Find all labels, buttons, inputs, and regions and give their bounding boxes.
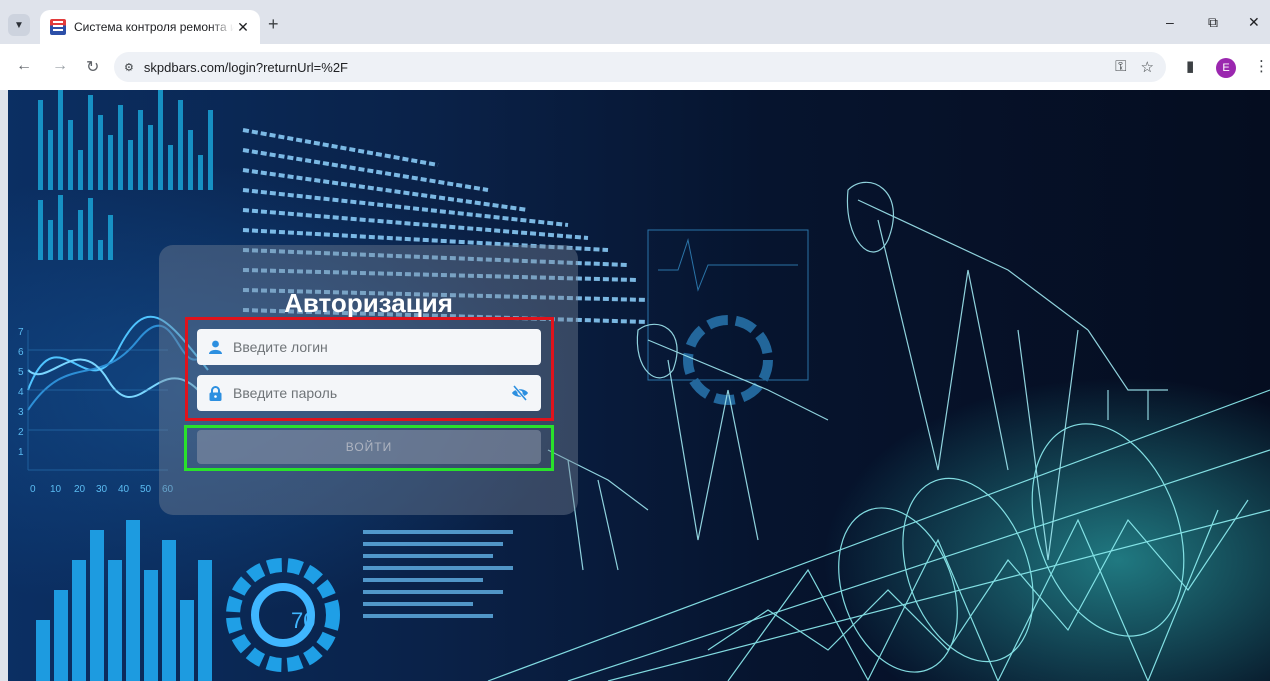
axis-tick: 1	[18, 447, 24, 458]
side-panel-icon[interactable]: ▮	[1186, 57, 1194, 75]
bar-chart-bottom-left	[36, 520, 212, 681]
inputs-highlight-box	[185, 317, 554, 421]
axis-tick: 0	[30, 484, 36, 495]
monitor-panel	[647, 229, 809, 405]
axis-tick: 10	[50, 484, 62, 495]
browser-tab[interactable]: Система контроля ремонта и б ✕	[40, 10, 260, 44]
forward-button[interactable]: →	[52, 57, 68, 75]
bookmark-star-icon[interactable]: ☆	[1141, 58, 1154, 76]
grid-left	[27, 330, 168, 471]
tab-close-icon[interactable]: ✕	[234, 19, 252, 36]
window-close-button[interactable]: ✕	[1248, 14, 1260, 31]
address-bar[interactable]: ⚙ skpdbars.com/login?returnUrl=%2F ⚿ ☆	[114, 52, 1166, 82]
new-tab-button[interactable]: +	[268, 14, 279, 35]
url-text: skpdbars.com/login?returnUrl=%2F	[143, 59, 348, 75]
axis-tick: 5	[18, 367, 24, 378]
pump-jacks	[547, 181, 1168, 571]
window-minimize-button[interactable]: –	[1166, 14, 1174, 30]
chevron-down-icon: ▼	[14, 19, 24, 31]
arrow-left-icon: ←	[16, 57, 32, 74]
bar-chart-top-left	[38, 90, 213, 260]
axis-tick: 3	[18, 407, 24, 418]
password-key-icon[interactable]: ⚿	[1115, 58, 1126, 76]
axis-tick: 50	[140, 484, 152, 495]
gauge-value: 70	[291, 608, 315, 633]
site-info-icon[interactable]: ⚙	[124, 61, 134, 74]
gauge-ring	[226, 558, 340, 672]
axis-tick: 2	[18, 427, 24, 438]
login-title: Авторизация	[284, 288, 453, 318]
axis-tick: 30	[96, 484, 108, 495]
axis-tick: 40	[118, 484, 130, 495]
axis-tick: 7	[18, 327, 24, 338]
window-restore-button[interactable]: ⧉	[1208, 14, 1218, 31]
toolbar: ← → ↻ ⚙ skpdbars.com/login?returnUrl=%2F…	[0, 44, 1270, 90]
axis-tick: 20	[74, 484, 86, 495]
back-button[interactable]: ←	[16, 57, 32, 75]
tab-strip: ▼ Система контроля ремонта и б ✕ + – ⧉ ✕	[0, 0, 1270, 44]
tab-search-button[interactable]: ▼	[8, 14, 30, 36]
axis-tick: 6	[18, 347, 24, 358]
reload-button[interactable]: ↻	[86, 57, 99, 77]
dotted-panel-bottom	[363, 530, 513, 618]
axis-tick: 4	[18, 387, 24, 398]
reload-icon: ↻	[86, 59, 100, 76]
button-highlight-box	[184, 425, 554, 471]
tab-title: Система контроля ремонта и б	[74, 20, 234, 34]
browser-menu-icon[interactable]: ⋮	[1254, 57, 1269, 75]
profile-avatar[interactable]: E	[1216, 58, 1236, 78]
pipeline	[487, 389, 1270, 681]
site-favicon-icon	[50, 19, 66, 35]
arrow-right-icon: →	[52, 57, 68, 74]
